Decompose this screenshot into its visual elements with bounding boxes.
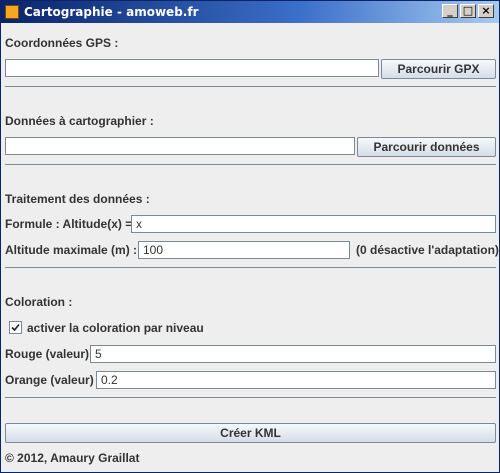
- create-kml-button[interactable]: Créer KML: [5, 423, 496, 443]
- data-heading: Données à cartographier :: [5, 114, 154, 128]
- coloration-checkbox[interactable]: [9, 321, 22, 334]
- separator: [5, 267, 496, 268]
- orange-value-label: Orange (valeur): [5, 373, 94, 387]
- separator: [5, 164, 496, 165]
- gps-path-input[interactable]: [5, 59, 379, 77]
- maximize-icon[interactable]: □: [460, 4, 476, 18]
- coloration-heading: Coloration :: [5, 295, 73, 309]
- coloration-checkbox-label[interactable]: activer la coloration par niveau: [27, 321, 204, 335]
- checkmark-icon: [11, 323, 20, 332]
- red-value-input[interactable]: [90, 345, 496, 363]
- window-title: Cartographie - amoweb.fr: [24, 5, 199, 19]
- java-app-icon: [5, 5, 19, 19]
- browse-gpx-button[interactable]: Parcourir GPX: [381, 59, 496, 79]
- gps-heading: Coordonnées GPS :: [5, 36, 119, 50]
- minimize-icon[interactable]: _: [442, 4, 458, 18]
- separator: [5, 397, 496, 398]
- app-window: Cartographie - amoweb.fr _ □ × Coordonné…: [0, 0, 500, 473]
- max-altitude-hint: (0 désactive l'adaptation): [356, 243, 499, 257]
- formula-input[interactable]: [131, 215, 496, 233]
- data-path-input[interactable]: [5, 137, 355, 155]
- formula-label: Formule : Altitude(x) =: [5, 217, 133, 231]
- close-icon[interactable]: ×: [478, 4, 494, 18]
- processing-heading: Traitement des données :: [5, 192, 150, 206]
- title-bar[interactable]: Cartographie - amoweb.fr _ □ ×: [1, 1, 499, 23]
- browse-data-button[interactable]: Parcourir données: [357, 137, 496, 157]
- orange-value-input[interactable]: [96, 371, 496, 389]
- max-altitude-input[interactable]: [138, 241, 350, 259]
- red-value-label: Rouge (valeur): [5, 347, 90, 361]
- footer-copyright: © 2012, Amaury Graillat: [5, 451, 140, 465]
- max-altitude-label: Altitude maximale (m) :: [5, 243, 138, 257]
- separator: [5, 86, 496, 87]
